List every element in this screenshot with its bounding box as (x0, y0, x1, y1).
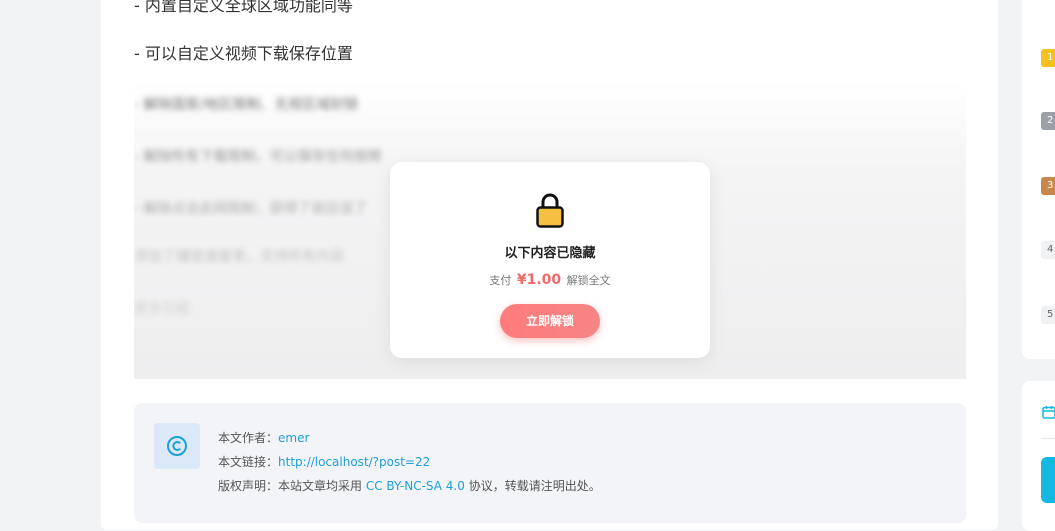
blurred-line: 添加了播放速度等，支持所有内容 (134, 249, 344, 265)
blurred-line: 更多功能 (134, 301, 190, 317)
rank-badge: 4 (1041, 241, 1055, 259)
license-link[interactable]: CC BY-NC-SA 4.0 (366, 479, 465, 493)
rank-badge: 3 (1041, 177, 1055, 195)
permalink[interactable]: http://localhost/?post=22 (278, 455, 430, 469)
blurred-line: - 解除国家/地区限制、无视区域封锁 (134, 97, 359, 113)
license-label: 版权声明：本站文章均采用 (218, 479, 363, 493)
price-suffix: 解锁全文 (566, 274, 611, 287)
sidebar-calendar-card (1022, 381, 1055, 531)
unlock-button[interactable]: 立即解锁 (500, 304, 600, 338)
price-amount: ¥1.00 (516, 272, 562, 288)
article-paragraph: - 可以自定义视频下载保存位置 (134, 44, 353, 63)
author-link[interactable]: emer (278, 431, 309, 445)
permalink-label: 本文链接： (218, 455, 279, 469)
permalink-line: 本文链接：http://localhost/?post=22 (218, 453, 430, 470)
blurred-line: - 解除所有下载限制，可以保存任何视频 (134, 149, 382, 165)
paywall-price-line: 支付 ¥1.00 解锁全文 (390, 272, 710, 288)
author-label: 本文作者： (218, 431, 279, 445)
author-line: 本文作者：emer (218, 429, 309, 446)
copyright-box: 本文作者：emer 本文链接：http://localhost/?post=22… (134, 403, 966, 523)
rank-badge: 5 (1041, 306, 1055, 324)
article-paragraph: - 内置自定义全球区域功能同等 (134, 0, 353, 15)
copyright-icon (154, 423, 200, 469)
sidebar-action-button[interactable] (1041, 457, 1055, 503)
price-prefix: 支付 (489, 274, 512, 287)
calendar-icon (1042, 406, 1055, 419)
rank-badge: 1 (1041, 49, 1055, 67)
paywall-title: 以下内容已隐藏 (504, 246, 596, 261)
paywall-card: 以下内容已隐藏 支付 ¥1.00 解锁全文 立即解锁 (390, 162, 710, 358)
license-line: 版权声明：本站文章均采用 CC BY-NC-SA 4.0 协议，转载请注明出处。 (218, 477, 601, 494)
license-suffix: 协议，转载请注明出处。 (468, 479, 601, 493)
lock-icon (536, 193, 564, 228)
blurred-line: - 解除点击此网限制，获得了就应该了 (134, 201, 368, 217)
divider (1041, 438, 1055, 439)
rank-badge: 2 (1041, 112, 1055, 130)
